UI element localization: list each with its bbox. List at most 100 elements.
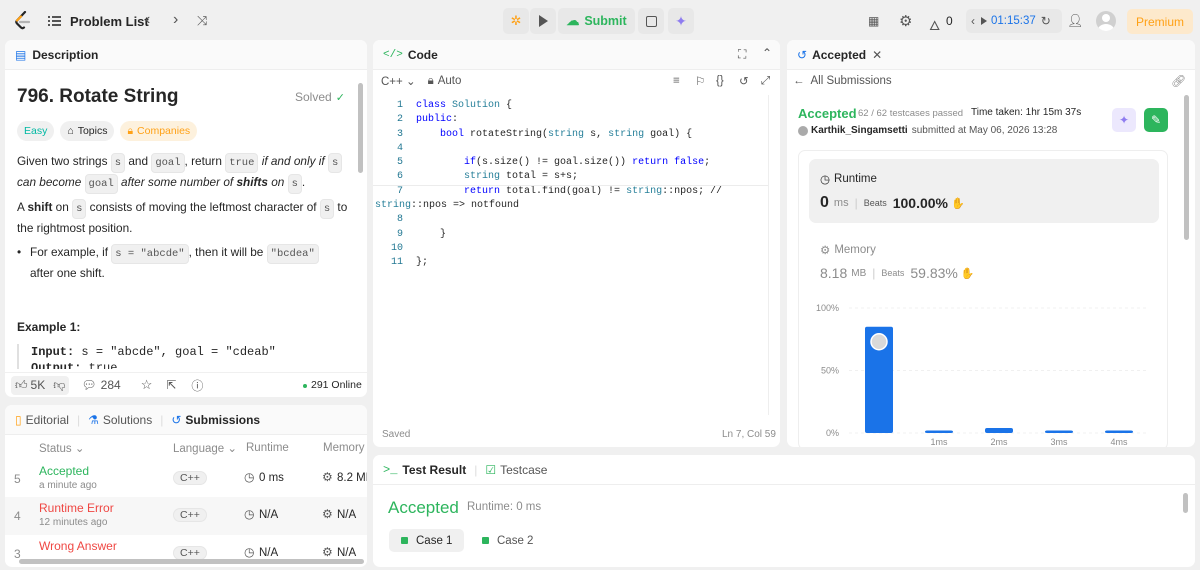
code-text: string total = s+s;	[464, 171, 579, 183]
table-row[interactable]: 4 Runtime Error 12 minutes ago C++ ◷ N/A…	[5, 497, 367, 535]
auto-mode[interactable]: Auto	[438, 75, 462, 87]
list-icon	[46, 15, 62, 27]
bookmark-icon[interactable]: ⚐	[695, 74, 705, 88]
language-select[interactable]: C++ ⌄	[381, 74, 416, 88]
runtime-box[interactable]: ◷ Runtime 0 ms | Beats 100.00% ✋	[809, 159, 1159, 223]
code-s: s	[327, 153, 343, 173]
distribution-bar[interactable]	[925, 430, 953, 434]
row-status[interactable]: Accepted	[39, 464, 89, 478]
cursor-position: Ln 7, Col 59	[722, 429, 776, 440]
tab-description[interactable]: Description	[32, 48, 98, 62]
code-line[interactable]: 2 public:	[373, 113, 778, 127]
timer-reset-icon[interactable]: ↻	[1041, 14, 1051, 28]
code-line[interactable]: 9 }	[373, 228, 778, 242]
distribution-bar[interactable]	[1105, 430, 1133, 434]
distribution-bar[interactable]	[985, 428, 1013, 433]
code-line[interactable]: 7 return total.find(goal) != string::npo…	[373, 184, 778, 214]
tab-submissions[interactable]: Submissions	[185, 413, 260, 427]
memory-box[interactable]: ⚙ Memory 8.18 MB | Beats 59.83% ✋	[809, 233, 1159, 293]
next-problem-icon[interactable]: ›	[173, 11, 178, 29]
tab-code[interactable]: Code	[408, 48, 438, 62]
row-status[interactable]: Runtime Error	[39, 501, 114, 515]
code-true: true	[225, 153, 259, 173]
difficulty-tag[interactable]: Easy	[17, 121, 55, 141]
expand-icon[interactable]: ⤢	[761, 75, 770, 88]
close-icon[interactable]: ✕	[872, 48, 882, 62]
case-1-tab[interactable]: Case 1	[389, 529, 465, 552]
thumbs-down-icon[interactable]: 👎︎	[53, 378, 65, 393]
like-button[interactable]: 👍︎ 5K 👎︎	[11, 375, 70, 395]
tab-editorial[interactable]: Editorial	[26, 413, 69, 427]
case-2-tab[interactable]: Case 2	[470, 529, 545, 552]
format-icon[interactable]: ≡	[673, 75, 680, 87]
tab-testcase[interactable]: Testcase	[500, 463, 547, 477]
link-icon[interactable]: 🔗︎	[1171, 74, 1186, 88]
settings-gear-icon[interactable]: ⚙	[899, 12, 912, 30]
clock-icon: ◷	[244, 470, 255, 484]
shuffle-icon[interactable]: ⤨	[197, 13, 207, 29]
layout-icon[interactable]: ▦	[868, 14, 879, 28]
analyze-button[interactable]: ✦	[1112, 108, 1136, 132]
maximize-icon[interactable]: ⛶	[738, 47, 746, 62]
timer-widget[interactable]: ‹ 01:15:37 ↻	[966, 9, 1062, 33]
row-status[interactable]: Wrong Answer	[39, 539, 117, 553]
companies-tag[interactable]: 🔒︎ Companies	[120, 121, 198, 141]
all-submissions-link[interactable]: ← All Submissions	[793, 74, 892, 88]
text: consists of moving the leftmost characte…	[86, 200, 320, 214]
collapse-icon[interactable]: ⌃	[762, 46, 772, 60]
streak-fire-icon[interactable]: 🜂	[929, 12, 940, 38]
tab-accepted[interactable]: Accepted	[812, 48, 866, 62]
premium-button[interactable]: Premium	[1127, 9, 1193, 34]
star-icon[interactable]: ☆	[141, 377, 153, 393]
add-user-icon[interactable]: 👤︎	[1067, 13, 1084, 29]
code-line[interactable]: 1 class Solution {	[373, 99, 778, 113]
help-icon[interactable]: ⓘ	[191, 377, 203, 394]
code-editor[interactable]: 1 class Solution {2 public: 3 bool rotateSt…	[373, 99, 778, 409]
note-button[interactable]	[638, 8, 664, 34]
tab-test-result[interactable]: Test Result	[402, 463, 466, 477]
language-header[interactable]: Language ⌄	[173, 441, 237, 455]
comment-icon[interactable]: 💬︎	[81, 378, 96, 392]
share-icon[interactable]: ⇱	[166, 378, 176, 392]
topics-tag[interactable]: ⌂ Topics	[60, 121, 115, 141]
leetcode-logo[interactable]	[14, 10, 32, 31]
text: , then it will be	[188, 245, 267, 259]
collapse-timer-icon[interactable]: ‹	[971, 14, 975, 28]
braces-icon[interactable]: {}	[716, 75, 724, 87]
table-row[interactable]: 5 Accepted a minute ago C++ ◷ 0 ms ⚙ 8.2…	[5, 460, 367, 498]
distribution-bar[interactable]	[1045, 430, 1073, 434]
problem-list-button[interactable]: Problem List	[46, 12, 149, 30]
accepted-scrollbar[interactable]	[1184, 95, 1189, 240]
run-button[interactable]	[530, 8, 556, 34]
submit-button[interactable]: ☁ Submit	[558, 8, 635, 34]
code-line[interactable]: string::npos => notfound	[373, 199, 778, 214]
debug-button[interactable]: ✲	[503, 8, 529, 34]
accepted-header: ↺ Accepted ✕	[787, 40, 1195, 70]
beats-label: Beats	[881, 268, 905, 278]
lock-icon: 🔒︎	[127, 124, 134, 137]
horizontal-scrollbar[interactable]	[19, 559, 364, 564]
timer-play-icon[interactable]	[981, 17, 987, 25]
edit-notes-button[interactable]: ✎	[1144, 108, 1168, 132]
code-line[interactable]: 11};	[373, 256, 778, 270]
description-scrollbar[interactable]	[358, 83, 363, 173]
flask-icon: ⚗	[88, 412, 99, 427]
code-line[interactable]: 8	[373, 213, 778, 227]
status-header[interactable]: Status ⌄	[39, 441, 84, 455]
tab-solutions[interactable]: Solutions	[103, 413, 152, 427]
code-line[interactable]: 6 string total = s+s;	[373, 170, 778, 184]
prev-problem-icon[interactable]: ‹	[145, 11, 150, 29]
tag-icon: ⌂	[67, 125, 74, 137]
avatar[interactable]	[1096, 11, 1116, 31]
ai-assistant-button[interactable]: ✦	[668, 8, 694, 34]
username[interactable]: Karthik_Singamsetti	[811, 125, 908, 136]
runtime-value: 0	[820, 194, 829, 211]
result-scrollbar[interactable]	[1183, 493, 1188, 513]
code-line[interactable]: 3 bool rotateString(string s, string goa…	[373, 128, 778, 142]
code-line[interactable]: 5 if(s.size() != goal.size()) return fal…	[373, 156, 778, 170]
reset-icon[interactable]: ↺	[739, 74, 749, 88]
code-line[interactable]: 4	[373, 142, 778, 156]
code-line[interactable]: 10	[373, 242, 778, 256]
text: after one shift.	[30, 266, 105, 280]
submitter-info: Karthik_Singamsetti submitted at May 06,…	[798, 125, 1057, 136]
